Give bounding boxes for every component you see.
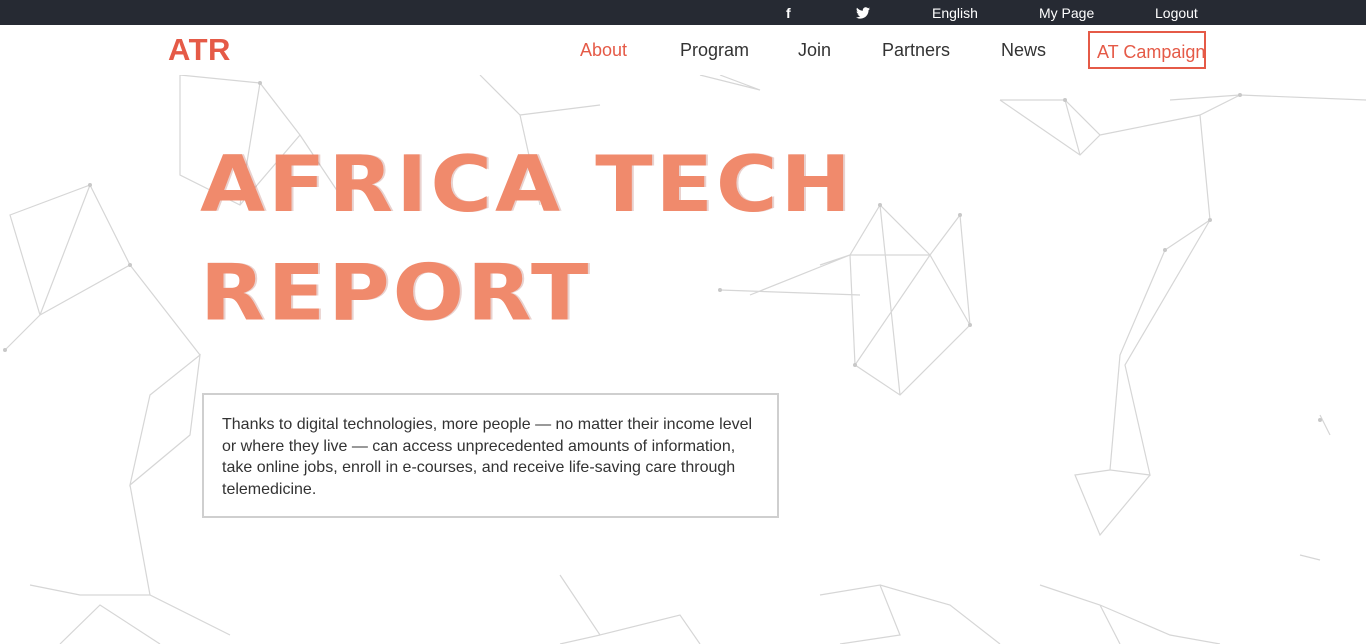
hero-title-line-2: REPORT <box>200 247 592 338</box>
nav-news[interactable]: News <box>1001 39 1046 61</box>
logout-link[interactable]: Logout <box>1155 5 1198 21</box>
hero-title-line-1: AFRICA TECH <box>200 139 854 230</box>
nav-about[interactable]: About <box>580 39 627 61</box>
nav-program[interactable]: Program <box>680 39 749 61</box>
intro-box: Thanks to digital technologies, more peo… <box>202 393 779 518</box>
nav-partners[interactable]: Partners <box>882 39 950 61</box>
top-utility-bar: f English My Page Logout <box>0 0 1366 25</box>
at-campaign-button[interactable]: AT Campaign <box>1088 31 1206 69</box>
my-page-link[interactable]: My Page <box>1039 5 1094 21</box>
hero: AFRICA TECH REPORT <box>200 130 854 360</box>
language-link[interactable]: English <box>932 5 978 21</box>
nav-join[interactable]: Join <box>798 39 831 61</box>
main-nav: ATR About Program Join Partners News AT … <box>0 25 1366 75</box>
at-campaign-label: AT Campaign <box>1097 42 1206 62</box>
twitter-icon[interactable] <box>856 5 870 19</box>
intro-text: Thanks to digital technologies, more peo… <box>222 416 753 498</box>
facebook-icon[interactable]: f <box>786 5 791 21</box>
hero-title: AFRICA TECH REPORT <box>200 130 854 347</box>
site-logo[interactable]: ATR <box>168 32 231 68</box>
